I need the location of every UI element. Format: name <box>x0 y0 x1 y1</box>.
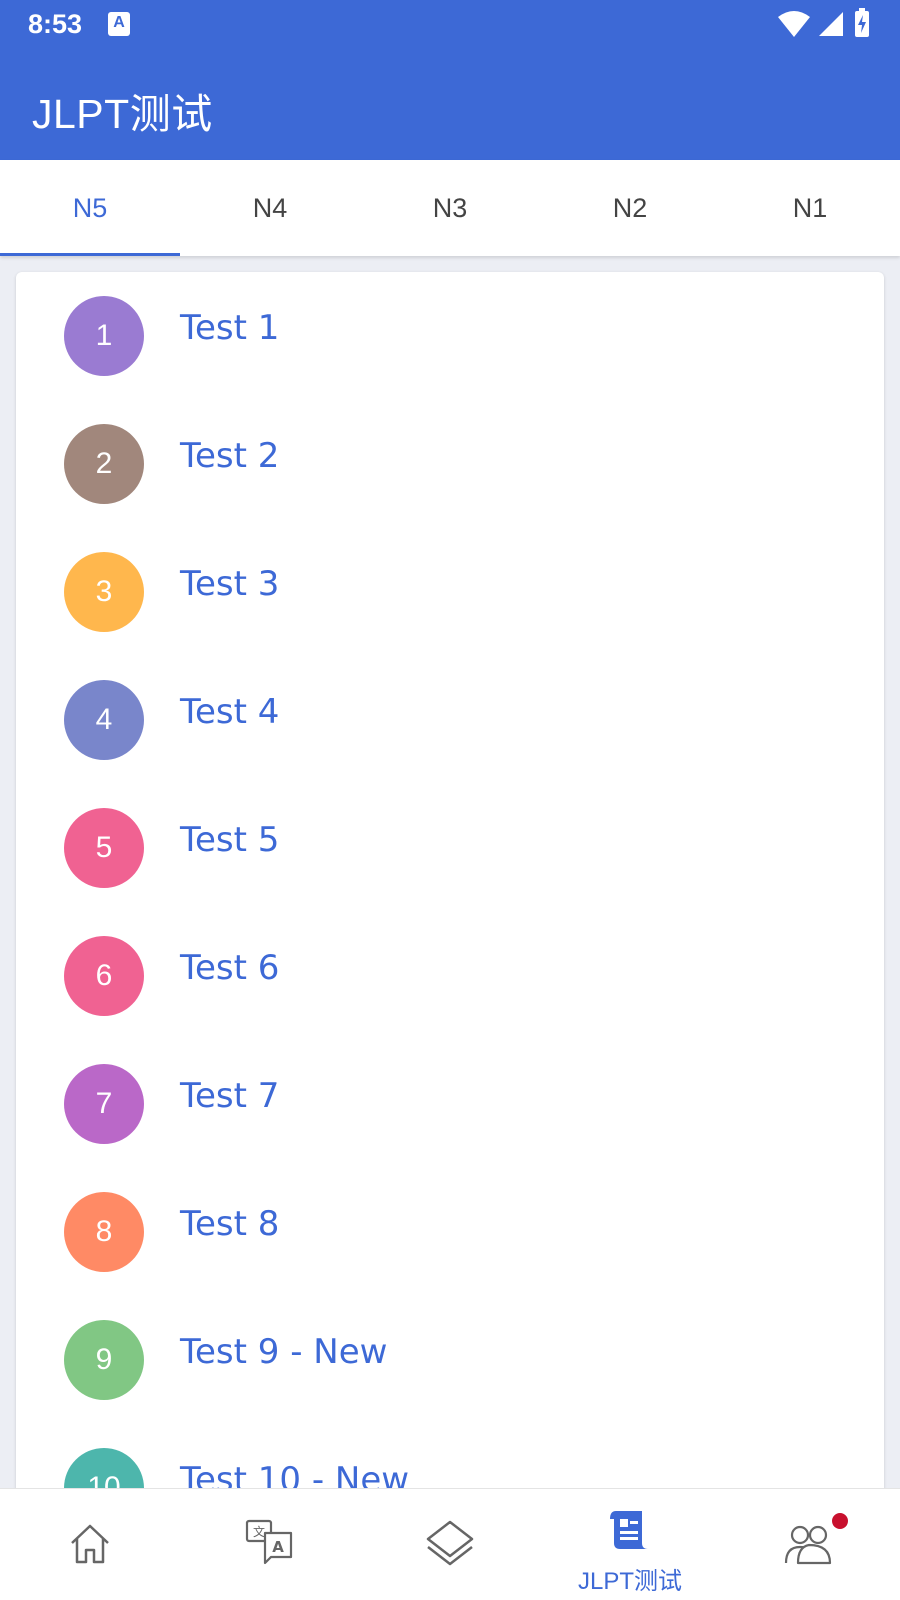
signal-icon <box>819 12 843 36</box>
tab-n4[interactable]: N4 <box>180 160 360 256</box>
list-item[interactable]: 6 Test 6 <box>16 912 884 1040</box>
tab-n1[interactable]: N1 <box>720 160 900 256</box>
list-item[interactable]: 3 Test 3 <box>16 528 884 656</box>
test-label: Test 7 <box>180 1076 280 1116</box>
test-number-badge: 6 <box>64 936 144 1016</box>
list-item[interactable]: 4 Test 4 <box>16 656 884 784</box>
status-bar: 8:53 A <box>0 0 900 50</box>
test-number-badge: 1 <box>64 296 144 376</box>
nav-translate[interactable]: 文 A <box>180 1489 360 1600</box>
page-title: JLPT测试 <box>32 91 213 137</box>
nav-community[interactable] <box>720 1489 900 1600</box>
tab-n5[interactable]: N5 <box>0 160 180 256</box>
list-item[interactable]: 9 Test 9 - New <box>16 1296 884 1424</box>
test-number-badge: 3 <box>64 552 144 632</box>
test-number-badge: 4 <box>64 680 144 760</box>
test-label: Test 1 <box>180 308 280 348</box>
nav-layers[interactable] <box>360 1489 540 1600</box>
nav-jlpt-label: JLPT测试 <box>577 1568 682 1595</box>
test-label: Test 3 <box>180 564 280 604</box>
test-label: Test 9 - New <box>180 1332 388 1372</box>
list-item[interactable]: 7 Test 7 <box>16 1040 884 1168</box>
community-icon <box>784 1525 832 1565</box>
nav-jlpt-test[interactable]: JLPT测试 <box>540 1489 720 1600</box>
wifi-icon <box>778 11 810 37</box>
test-scroll-icon <box>610 1511 648 1549</box>
test-number-badge: 5 <box>64 808 144 888</box>
keyboard-a-icon: A <box>108 12 130 36</box>
test-number-badge: 8 <box>64 1192 144 1272</box>
svg-text:文: 文 <box>253 1524 265 1539</box>
test-label: Test 4 <box>180 692 280 732</box>
level-tabs: N5 N4 N3 N2 N1 <box>0 160 900 256</box>
battery-charging-icon <box>855 8 869 37</box>
home-icon <box>71 1524 109 1564</box>
test-label: Test 2 <box>180 436 280 476</box>
tab-n3[interactable]: N3 <box>360 160 540 256</box>
notification-dot <box>832 1513 848 1529</box>
svg-text:A: A <box>272 1538 284 1556</box>
status-time: 8:53 <box>28 9 83 39</box>
list-item[interactable]: 1 Test 1 <box>16 272 884 400</box>
tab-n2[interactable]: N2 <box>540 160 720 256</box>
translate-icon: 文 A <box>245 1519 293 1565</box>
test-label: Test 6 <box>180 948 280 988</box>
test-number-badge: 7 <box>64 1064 144 1144</box>
test-number-badge: 9 <box>64 1320 144 1400</box>
layers-icon <box>426 1520 474 1566</box>
list-item[interactable]: 5 Test 5 <box>16 784 884 912</box>
bottom-navigation: 文 A JLPT测试 <box>0 1488 900 1600</box>
nav-home[interactable] <box>0 1489 180 1600</box>
app-header: 8:53 A JLPT测试 <box>0 0 900 160</box>
list-item[interactable]: 8 Test 8 <box>16 1168 884 1296</box>
test-number-badge: 2 <box>64 424 144 504</box>
test-label: Test 5 <box>180 820 280 860</box>
test-label: Test 8 <box>180 1204 280 1244</box>
test-list: 1 Test 1 2 Test 2 3 Test 3 4 Test 4 5 Te… <box>16 272 884 1512</box>
list-item[interactable]: 2 Test 2 <box>16 400 884 528</box>
